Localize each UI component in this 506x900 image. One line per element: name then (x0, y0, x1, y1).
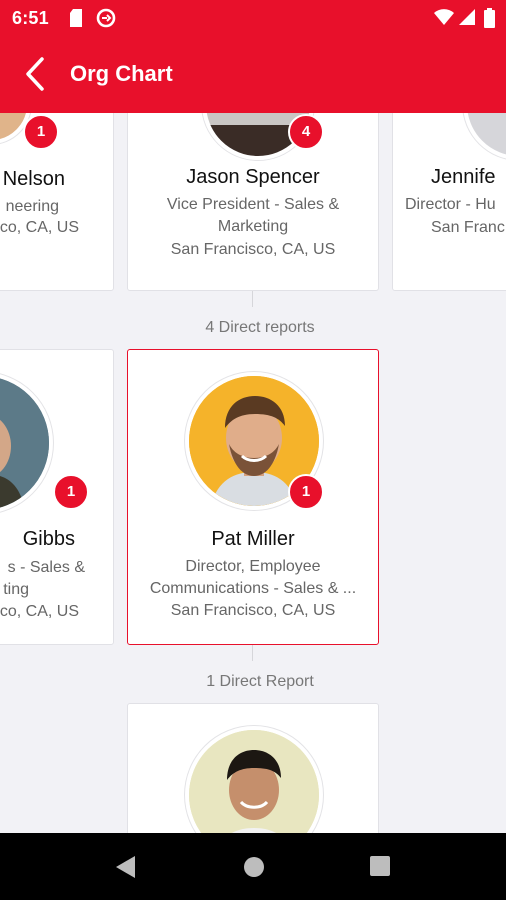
employee-title-line-1: s - Sales & (7, 559, 85, 576)
back-arrow-icon[interactable] (22, 56, 50, 92)
status-time: 6:51 (12, 8, 49, 28)
avatar (185, 726, 323, 833)
direct-reports-label: 4 Direct reports (205, 319, 315, 336)
employee-title-line-1: Vice President - Sales & (166, 196, 340, 213)
nav-recents-icon[interactable] (370, 856, 390, 881)
employee-card-gibbs[interactable]: 1 Gibbs s - Sales & ting co, CA, US (0, 349, 114, 645)
employee-title-line-2: Communications - Sales & ... (149, 580, 357, 597)
wifi-icon (434, 8, 454, 31)
connector-line (252, 645, 253, 661)
employee-card-direct-report[interactable] (127, 703, 379, 833)
employee-card-nelson[interactable]: 1 Nelson neering co, CA, US (0, 113, 114, 291)
employee-location: co, CA, US (0, 603, 79, 620)
employee-card-jason-spencer[interactable]: 4 Jason Spencer Vice President - Sales &… (127, 113, 379, 291)
employee-name: Jennife (431, 166, 496, 188)
avatar (463, 113, 506, 160)
direct-reports-badge: 1 (288, 474, 324, 510)
employee-location: San Francisco, CA, US (170, 241, 336, 258)
employee-name: Nelson (2, 168, 65, 190)
data-saver-icon (96, 8, 116, 33)
employee-title-line-2: Marketing (217, 218, 289, 235)
employee-title-line-1: Director, Employee (185, 558, 321, 575)
employee-location: San Franc (431, 219, 505, 236)
employee-card-pat-miller[interactable]: 1 Pat Miller Director, Employee Communic… (127, 349, 379, 645)
direct-reports-label: 1 Direct Report (206, 673, 314, 690)
employee-title: neering (5, 198, 59, 215)
direct-reports-badge: 1 (23, 114, 59, 150)
employee-name: Jason Spencer (186, 166, 320, 188)
employee-location: San Francisco, CA, US (170, 602, 336, 619)
employee-title-line-2: ting (3, 581, 29, 598)
employee-card-jennifer[interactable]: Jennife Director - Hu San Franc (392, 113, 506, 291)
sd-card-icon (68, 8, 84, 33)
avatar (0, 372, 53, 514)
direct-reports-badge: 1 (53, 474, 89, 510)
cell-signal-icon (458, 8, 476, 31)
system-nav-bar (0, 833, 506, 900)
battery-icon (484, 8, 495, 33)
app-bar: Org Chart (0, 36, 506, 113)
employee-location: co, CA, US (0, 219, 79, 236)
status-bar: 6:51 (0, 0, 506, 36)
employee-name: Pat Miller (211, 528, 295, 550)
org-chart-canvas[interactable]: 1 Nelson neering co, CA, US 4 Jason Spen… (0, 113, 506, 833)
direct-reports-badge: 4 (288, 114, 324, 150)
page-title: Org Chart (70, 61, 173, 86)
nav-home-icon[interactable] (243, 856, 265, 883)
nav-back-icon[interactable] (115, 855, 137, 884)
employee-name: Gibbs (22, 528, 75, 550)
connector-line (252, 291, 253, 307)
employee-title: Director - Hu (405, 196, 496, 213)
